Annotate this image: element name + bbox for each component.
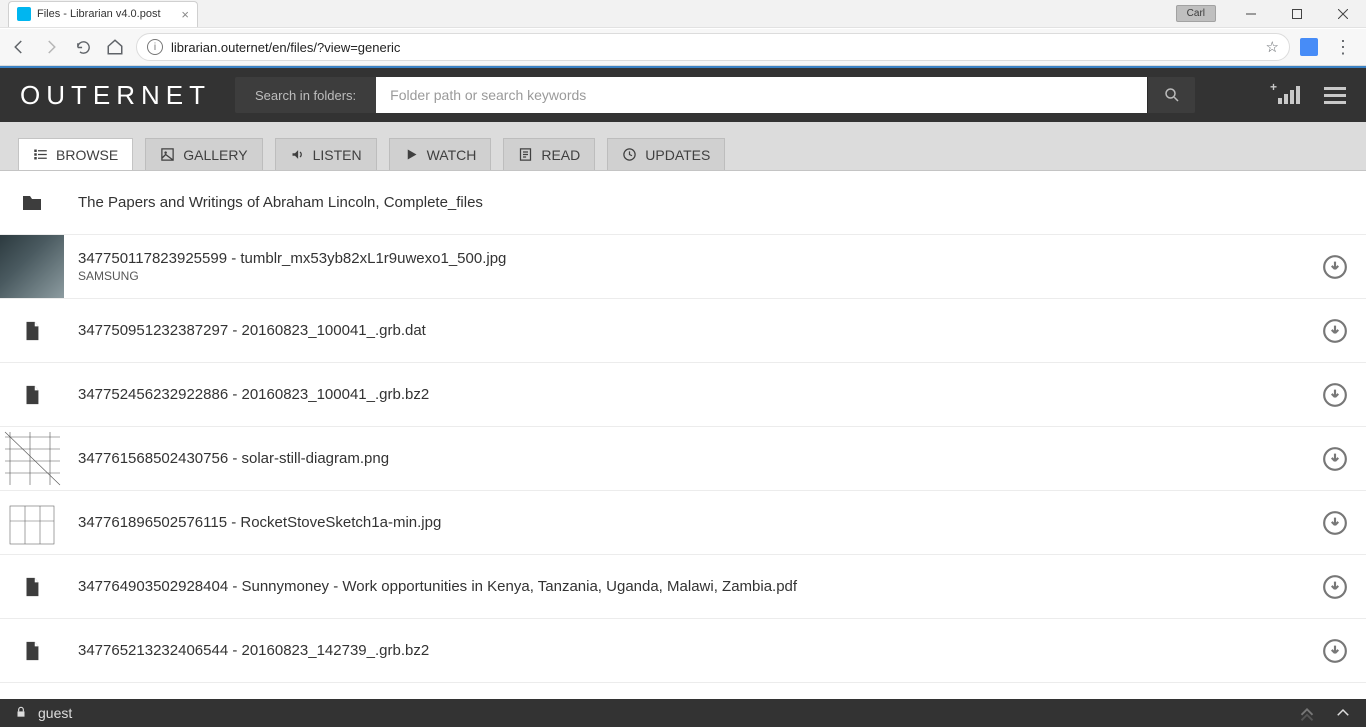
tab-label: LISTEN [313,147,362,163]
user-badge[interactable]: Carl [1176,5,1216,22]
file-row-body: 347765213232406544 - 20160823_142739_.gr… [78,642,1308,659]
tab-watch[interactable]: WATCH [389,138,492,170]
search-wrap: Search in folders: [235,77,1195,113]
download-button[interactable] [1322,254,1348,280]
tab-label: BROWSE [56,147,118,163]
scroll-handle-icon[interactable] [1296,702,1318,724]
file-row[interactable]: 347764903502928404 - Sunnymoney - Work o… [0,555,1366,619]
browser-tab[interactable]: Files - Librarian v4.0.post × [8,1,198,27]
brand-logo[interactable]: OUTERNET [20,80,211,111]
close-icon[interactable]: × [181,7,189,22]
forward-button[interactable] [40,36,62,58]
view-tabs: BROWSE GALLERY LISTEN WATCH READ UPDATES [0,122,1366,171]
download-button[interactable] [1322,510,1348,536]
scroll-top-icon[interactable] [1334,704,1352,722]
search-label: Search in folders: [235,88,376,103]
search-button[interactable] [1147,77,1195,113]
file-row-body: 347752456232922886 - 20160823_100041_.gr… [78,386,1308,403]
tab-read[interactable]: READ [503,138,595,170]
file-row[interactable]: The Papers and Writings of Abraham Linco… [0,171,1366,235]
download-button[interactable] [1322,574,1348,600]
address-bar[interactable]: i librarian.outernet/en/files/?view=gene… [136,33,1290,61]
file-title: 347750951232387297 - 20160823_100041_.gr… [78,322,1308,339]
download-button[interactable] [1322,638,1348,664]
download-button[interactable] [1322,382,1348,408]
window-close-button[interactable] [1320,0,1366,28]
home-button[interactable] [104,36,126,58]
file-title: 347761568502430756 - solar-still-diagram… [78,450,1308,467]
tab-listen[interactable]: LISTEN [275,138,377,170]
folder-icon [0,171,64,234]
file-row-body: The Papers and Writings of Abraham Linco… [78,194,1348,211]
tab-updates[interactable]: UPDATES [607,138,725,170]
file-row[interactable]: 347750117823925599 - tumblr_mx53yb82xL1r… [0,235,1366,299]
url-text: librarian.outernet/en/files/?view=generi… [171,40,1258,55]
footer-user[interactable]: guest [38,705,72,721]
image-thumbnail [0,235,64,298]
file-title: The Papers and Writings of Abraham Linco… [78,194,1348,211]
browser-toolbar: i librarian.outernet/en/files/?view=gene… [0,28,1366,66]
tab-browse[interactable]: BROWSE [18,138,133,170]
file-row[interactable]: 347761896502576115 - RocketStoveSketch1a… [0,491,1366,555]
browser-titlebar: Files - Librarian v4.0.post × Carl [0,0,1366,28]
tab-label: GALLERY [183,147,247,163]
file-row[interactable]: 347765213232406544 - 20160823_142739_.gr… [0,619,1366,683]
bookmark-star-icon[interactable]: ☆ [1266,38,1279,56]
footer-bar: guest [0,699,1366,727]
image-thumbnail [0,491,64,554]
file-icon [0,299,64,362]
file-row[interactable]: 347752456232922886 - 20160823_100041_.gr… [0,363,1366,427]
reload-button[interactable] [72,36,94,58]
file-title: 347764903502928404 - Sunnymoney - Work o… [78,578,1308,595]
file-icon [0,619,64,682]
window-minimize-button[interactable] [1228,0,1274,28]
file-row-body: 347761568502430756 - solar-still-diagram… [78,450,1308,467]
search-input[interactable] [376,77,1147,113]
app-header: OUTERNET Search in folders: + [0,68,1366,122]
file-subtitle: SAMSUNG [78,269,1308,283]
file-row-body: 347761896502576115 - RocketStoveSketch1a… [78,514,1308,531]
file-row[interactable]: 347761568502430756 - solar-still-diagram… [0,427,1366,491]
file-list[interactable]: The Papers and Writings of Abraham Linco… [0,171,1366,699]
tab-gallery[interactable]: GALLERY [145,138,262,170]
signal-icon[interactable]: + [1278,86,1300,104]
file-icon [0,363,64,426]
tab-title: Files - Librarian v4.0.post [37,8,175,20]
tab-label: READ [541,147,580,163]
tab-label: WATCH [427,147,477,163]
file-row-body: 347764903502928404 - Sunnymoney - Work o… [78,578,1308,595]
tab-label: UPDATES [645,147,710,163]
file-title: 347761896502576115 - RocketStoveSketch1a… [78,514,1308,531]
file-title: 347765213232406544 - 20160823_142739_.gr… [78,642,1308,659]
translate-extension-icon[interactable] [1300,38,1318,56]
file-row-body: 347750951232387297 - 20160823_100041_.gr… [78,322,1308,339]
file-title: 347752456232922886 - 20160823_100041_.gr… [78,386,1308,403]
download-button[interactable] [1322,318,1348,344]
file-title: 347750117823925599 - tumblr_mx53yb82xL1r… [78,250,1308,267]
back-button[interactable] [8,36,30,58]
browser-menu-icon[interactable]: ⋮ [1328,37,1358,58]
file-row[interactable]: 347750951232387297 - 20160823_100041_.gr… [0,299,1366,363]
image-thumbnail [0,427,64,490]
file-icon [0,555,64,618]
tab-favicon [17,7,31,21]
file-row-body: 347750117823925599 - tumblr_mx53yb82xL1r… [78,250,1308,283]
hamburger-menu-icon[interactable] [1324,87,1346,104]
download-button[interactable] [1322,446,1348,472]
lock-icon [14,705,28,722]
window-maximize-button[interactable] [1274,0,1320,28]
site-info-icon[interactable]: i [147,39,163,55]
